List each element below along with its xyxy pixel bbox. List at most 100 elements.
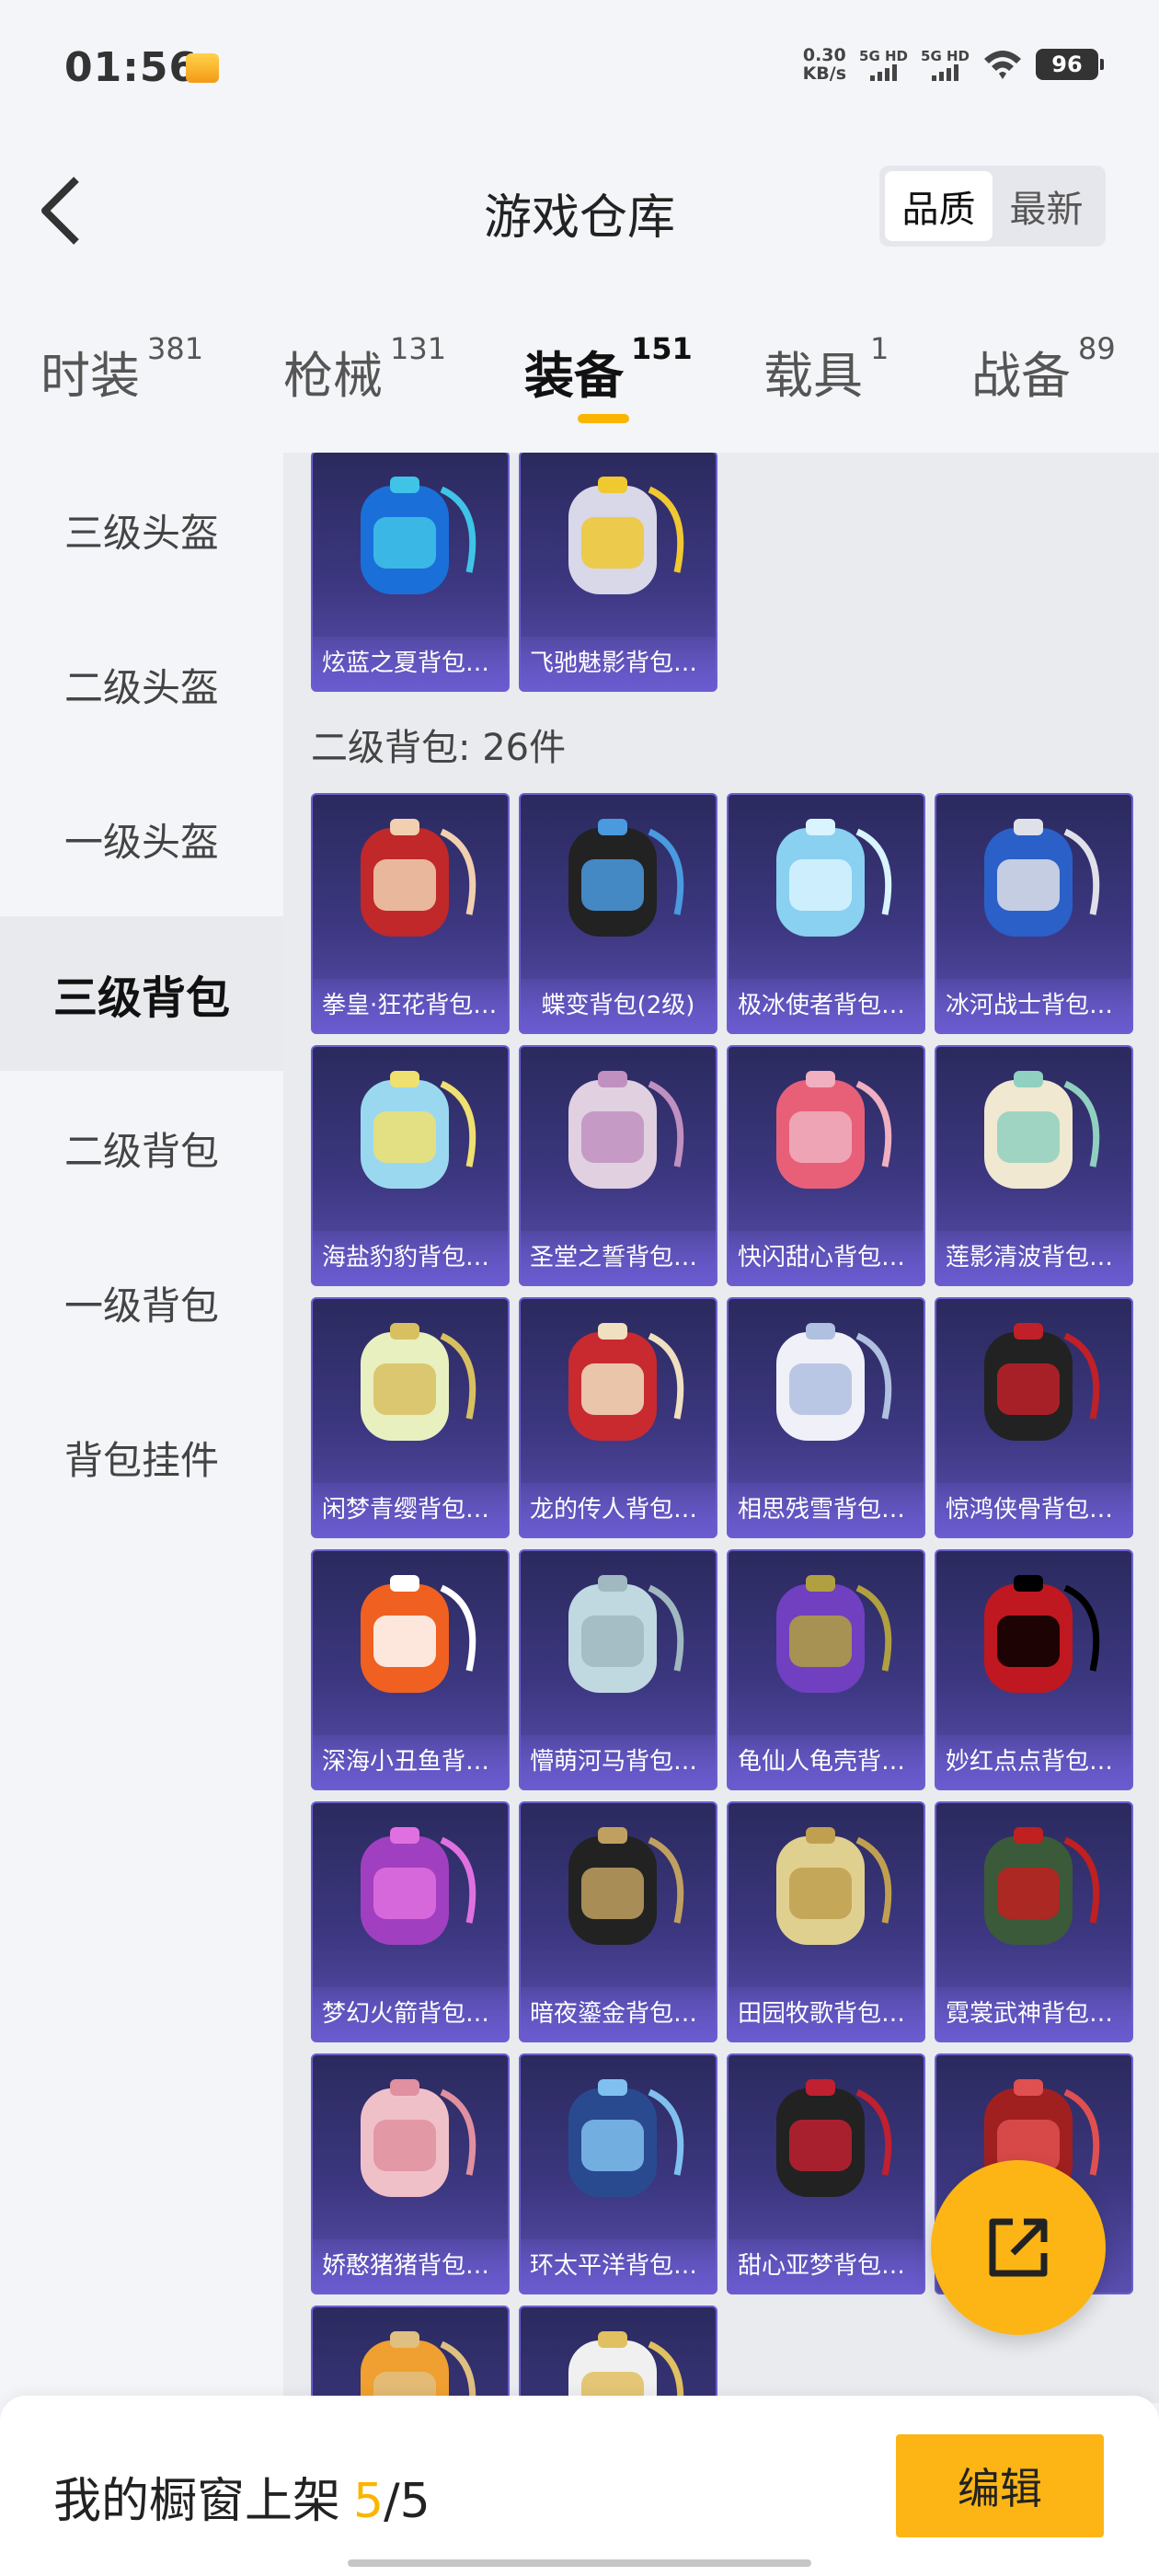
item-card[interactable]: 快闪甜心背包（2级） xyxy=(727,1045,925,1286)
tab-count: 1 xyxy=(870,331,889,366)
shelf-label: 我的橱窗上架 xyxy=(53,2474,341,2529)
item-card[interactable]: 娇憨猪猪背包（2级） xyxy=(311,2053,510,2294)
header: 游戏仓库 品质 最新 xyxy=(0,114,1159,298)
shelf-sep: / xyxy=(384,2474,400,2529)
tab-vehicles[interactable]: 载具 1 xyxy=(763,331,889,408)
item-card[interactable]: 甜心亚梦背包（2级） xyxy=(727,2053,925,2294)
item-card[interactable]: 莲影清波背包（2级） xyxy=(935,1045,1133,1286)
wifi-icon xyxy=(984,51,1021,79)
backpack-icon xyxy=(776,819,892,937)
item-name: 莲影清波背包（2级） xyxy=(936,1231,1131,1284)
item-card[interactable]: 暗夜鎏金背包（2级） xyxy=(519,1801,717,2042)
item-card[interactable]: 拳皇·狂花背包（2级） xyxy=(311,793,510,1034)
bottom-bar: 我的橱窗上架 5/5 编辑 xyxy=(0,2396,1159,2576)
item-card[interactable]: 妙红点点背包（2级） xyxy=(935,1549,1133,1790)
item-name: 海盐豹豹背包（2级） xyxy=(313,1231,508,1284)
item-card[interactable]: 环太平洋背包（2级） xyxy=(519,2053,717,2294)
sort-quality-button[interactable]: 品质 xyxy=(885,171,993,241)
backpack-icon xyxy=(361,819,476,937)
edit-button[interactable]: 编辑 xyxy=(896,2434,1104,2537)
backpack-icon xyxy=(776,1323,892,1441)
item-name: 拳皇·狂花背包（2级） xyxy=(313,979,508,1032)
backpack-icon xyxy=(568,1575,684,1693)
backpack-icon xyxy=(361,2331,476,2403)
tab-count: 89 xyxy=(1078,331,1116,366)
item-name: 蝶变背包(2级) xyxy=(521,979,716,1032)
tab-fashion[interactable]: 时装 381 xyxy=(40,331,203,408)
net-speed-value: 0.30 xyxy=(802,45,846,65)
signal-icon-sim1: 5G HD xyxy=(859,48,908,81)
item-card[interactable]: 极冰使者背包（2级） xyxy=(727,793,925,1034)
tab-count: 381 xyxy=(147,331,204,366)
item-card[interactable]: 龟仙人龟壳背包（2级） xyxy=(727,1549,925,1790)
sim1-label: 5G HD xyxy=(859,48,909,64)
sidebar-item-backpack-2[interactable]: 二级背包 xyxy=(0,1071,283,1225)
item-name: 甜心亚梦背包（2级） xyxy=(729,2239,924,2293)
backpack-icon xyxy=(568,1323,684,1441)
item-card[interactable] xyxy=(311,2306,510,2403)
item-card[interactable] xyxy=(519,2306,717,2403)
backpack-icon xyxy=(568,1071,684,1189)
sidebar-item-helmet-2[interactable]: 二级头盔 xyxy=(0,607,283,762)
backpack-icon xyxy=(984,819,1100,937)
item-name: 飞驰魅影背包（3级） xyxy=(521,637,716,690)
sidebar-item-backpack-1[interactable]: 一级背包 xyxy=(0,1225,283,1380)
item-name: 龙的传人背包（2级） xyxy=(521,1483,716,1536)
item-name: 娇憨猪猪背包（2级） xyxy=(313,2239,508,2293)
backpack-icon xyxy=(568,2079,684,2197)
item-card[interactable]: 炫蓝之夏背包（3级） xyxy=(311,453,510,692)
item-name: 环太平洋背包（2级） xyxy=(521,2239,716,2293)
backpack-icon xyxy=(776,1827,892,1945)
item-card[interactable]: 圣堂之誓背包（2级） xyxy=(519,1045,717,1286)
backpack-icon xyxy=(984,1071,1100,1189)
share-icon xyxy=(989,2218,1048,2277)
status-time: 01:56 xyxy=(64,44,199,91)
net-speed: 0.30 KB/s xyxy=(803,46,846,83)
backpack-icon xyxy=(568,819,684,937)
sidebar-item-backpack-3[interactable]: 三级背包 xyxy=(0,916,283,1071)
tab-guns[interactable]: 枪械 131 xyxy=(283,331,446,408)
item-name: 炫蓝之夏背包（3级） xyxy=(313,637,508,690)
item-name: 圣堂之誓背包（2级） xyxy=(521,1231,716,1284)
sort-newest-button[interactable]: 最新 xyxy=(993,171,1100,241)
item-name: 暗夜鎏金背包（2级） xyxy=(521,1987,716,2041)
item-name: 闲梦青缨背包（2级） xyxy=(313,1483,508,1536)
sidebar-item-helmet-3[interactable]: 三级头盔 xyxy=(0,453,283,607)
item-card[interactable]: 梦幻火箭背包（2级） xyxy=(311,1801,510,2042)
item-name: 极冰使者背包（2级） xyxy=(729,979,924,1032)
tab-label: 战备 xyxy=(971,347,1071,405)
item-card[interactable]: 闲梦青缨背包（2级） xyxy=(311,1297,510,1538)
item-card[interactable]: 深海小丑鱼背包（2级） xyxy=(311,1549,510,1790)
shelf-current: 5 xyxy=(353,2474,384,2529)
item-card[interactable]: 相思残雪背包（2级） xyxy=(727,1297,925,1538)
item-card[interactable]: 冰河战士背包（2级） xyxy=(935,793,1133,1034)
item-name: 深海小丑鱼背包（2级） xyxy=(313,1735,508,1788)
item-card[interactable]: 霓裳武神背包（2级） xyxy=(935,1801,1133,2042)
item-name: 相思残雪背包（2级） xyxy=(729,1483,924,1536)
tab-gear[interactable]: 战备 89 xyxy=(971,331,1116,408)
item-name: 梦幻火箭背包（2级） xyxy=(313,1987,508,2041)
shelf-status: 我的橱窗上架 5/5 xyxy=(53,2462,430,2531)
tab-equipment[interactable]: 装备 151 xyxy=(524,331,693,408)
item-card[interactable]: 海盐豹豹背包（2级） xyxy=(311,1045,510,1286)
item-card[interactable]: 龙的传人背包（2级） xyxy=(519,1297,717,1538)
item-card[interactable]: 蝶变背包(2级) xyxy=(519,793,717,1034)
backpack-icon xyxy=(361,1323,476,1441)
sidebar-item-helmet-1[interactable]: 一级头盔 xyxy=(0,762,283,916)
sim2-label: 5G HD xyxy=(921,48,970,64)
sidebar-item-backpack-charm[interactable]: 背包挂件 xyxy=(0,1380,283,1535)
item-card[interactable]: 飞驰魅影背包（3级） xyxy=(519,453,717,692)
active-tab-indicator xyxy=(578,414,629,423)
item-name: 惊鸿侠骨背包（2级） xyxy=(936,1483,1131,1536)
item-card[interactable]: 惊鸿侠骨背包（2级） xyxy=(935,1297,1133,1538)
status-indicators: 0.30 KB/s 5G HD 5G HD 96 xyxy=(803,46,1104,83)
item-card[interactable]: 田园牧歌背包（2级） xyxy=(727,1801,925,2042)
backpack-icon xyxy=(568,2331,684,2403)
share-button[interactable] xyxy=(931,2160,1106,2335)
item-name: 龟仙人龟壳背包（2级） xyxy=(729,1735,924,1788)
signal-icon-sim2: 5G HD xyxy=(921,48,970,81)
sidebar: 三级头盔 二级头盔 一级头盔 三级背包 二级背包 一级背包 背包挂件 xyxy=(0,453,283,2403)
backpack-icon xyxy=(776,1071,892,1189)
section-title: 二级背包: 26件 xyxy=(311,727,567,769)
item-card[interactable]: 懵萌河马背包（2级） xyxy=(519,1549,717,1790)
